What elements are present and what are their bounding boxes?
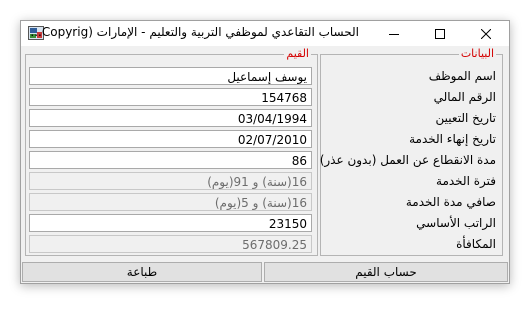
end-of-service-date-field[interactable]: 02/07/2010 [29,130,312,148]
labels-group: البيانات اسم الموظف الرقم المالي تاريخ ا… [319,47,503,256]
label-end-of-service-date: تاريخ إنهاء الخدمة [409,132,496,146]
title-bar[interactable]: الحساب التقاعدي لموظفي التربية والتعليم … [21,21,509,46]
label-financial-number: الرقم المالي [433,90,496,104]
window-title: الحساب التقاعدي لموظفي التربية والتعليم … [30,25,359,39]
maximize-button[interactable] [417,21,463,46]
values-group-title: القيم [284,47,311,61]
basic-salary-field[interactable]: 23150 [29,214,312,232]
net-service-period-field: 16(سنة) و 5(يوم) [29,193,312,211]
label-absence-duration: مدة الانقطاع عن العمل (بدون عذر) [319,153,496,167]
label-service-period: فترة الخدمة [436,174,496,188]
minimize-button[interactable] [371,21,417,46]
label-employee-name: اسم الموظف [428,69,496,83]
calculate-button[interactable]: حساب القيم [264,262,508,282]
appointment-date-field[interactable]: 03/04/1994 [29,109,312,127]
labels-group-title: البيانات [458,47,496,61]
close-button[interactable] [463,21,509,46]
service-period-field: 16(سنة) و 91(يوم) [29,172,312,190]
app-window: الحساب التقاعدي لموظفي التربية والتعليم … [20,20,510,284]
maximize-icon [435,28,445,39]
financial-number-field[interactable]: 154768 [29,88,312,106]
close-icon [481,28,491,39]
values-group: القيم يوسف إسماعيل 154768 03/04/1994 02/… [25,47,318,256]
label-basic-salary: الراتب الأساسي [416,216,496,230]
employee-name-field[interactable]: يوسف إسماعيل [29,67,312,85]
label-appointment-date: تاريخ التعيين [435,111,496,125]
label-net-service-period: صافي مدة الخدمة [405,195,496,209]
absence-duration-field[interactable]: 86 [29,151,312,169]
gratuity-field: 567809.25 [29,235,312,253]
print-button[interactable]: طباعة [22,262,262,282]
label-gratuity: المكافأة [456,237,496,251]
minimize-icon [389,33,399,35]
